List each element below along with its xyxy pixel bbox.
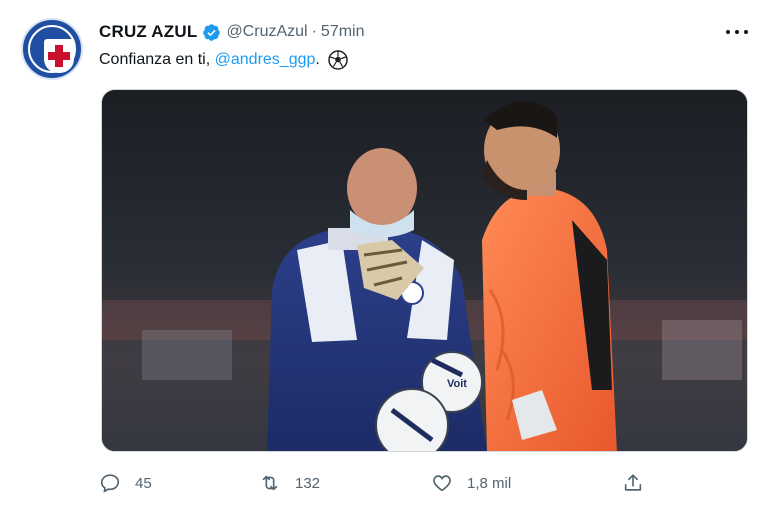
share-icon <box>624 474 642 491</box>
heart-icon <box>433 475 451 492</box>
avatar[interactable] <box>21 18 83 80</box>
verified-badge-icon <box>203 23 221 41</box>
reply-icon <box>100 474 120 493</box>
tweet-header: CRUZ AZUL @CruzAzul · 57min <box>99 20 365 44</box>
tweet-timestamp[interactable]: 57min <box>321 23 365 41</box>
tweet-text: Confianza en ti, @andres_ggp . <box>99 50 348 70</box>
retweet-icon <box>262 475 278 491</box>
author-name[interactable]: CRUZ AZUL <box>99 22 197 42</box>
soccer-ball-icon <box>328 50 348 70</box>
mention-link[interactable]: @andres_ggp <box>215 51 316 69</box>
header-separator: · <box>311 23 317 40</box>
reply-button[interactable]: 45 <box>99 470 152 496</box>
tweet-media-photo[interactable]: Voit <box>101 89 748 452</box>
avatar-ring <box>28 25 76 73</box>
author-handle[interactable]: @CruzAzul <box>226 23 307 41</box>
more-options-icon[interactable] <box>724 24 750 40</box>
tweet[interactable]: CRUZ AZUL @CruzAzul · 57min Confianza en… <box>0 0 768 513</box>
like-button[interactable]: 1,8 mil <box>431 470 511 496</box>
reply-count: 45 <box>135 474 152 492</box>
retweet-count: 132 <box>295 474 321 492</box>
retweet-button[interactable]: 132 <box>259 470 320 496</box>
media-photo-illustration: Voit <box>102 90 747 451</box>
tweet-text-prefix: Confianza en ti, <box>99 51 215 68</box>
like-count: 1,8 mil <box>467 474 512 492</box>
cruz-azul-crest-icon <box>44 39 74 73</box>
share-button[interactable] <box>622 470 644 496</box>
ball-brand-label: Voit <box>447 378 467 390</box>
tweet-actions: 45 132 1,8 mil <box>99 470 659 496</box>
tweet-text-suffix: . <box>315 51 320 68</box>
